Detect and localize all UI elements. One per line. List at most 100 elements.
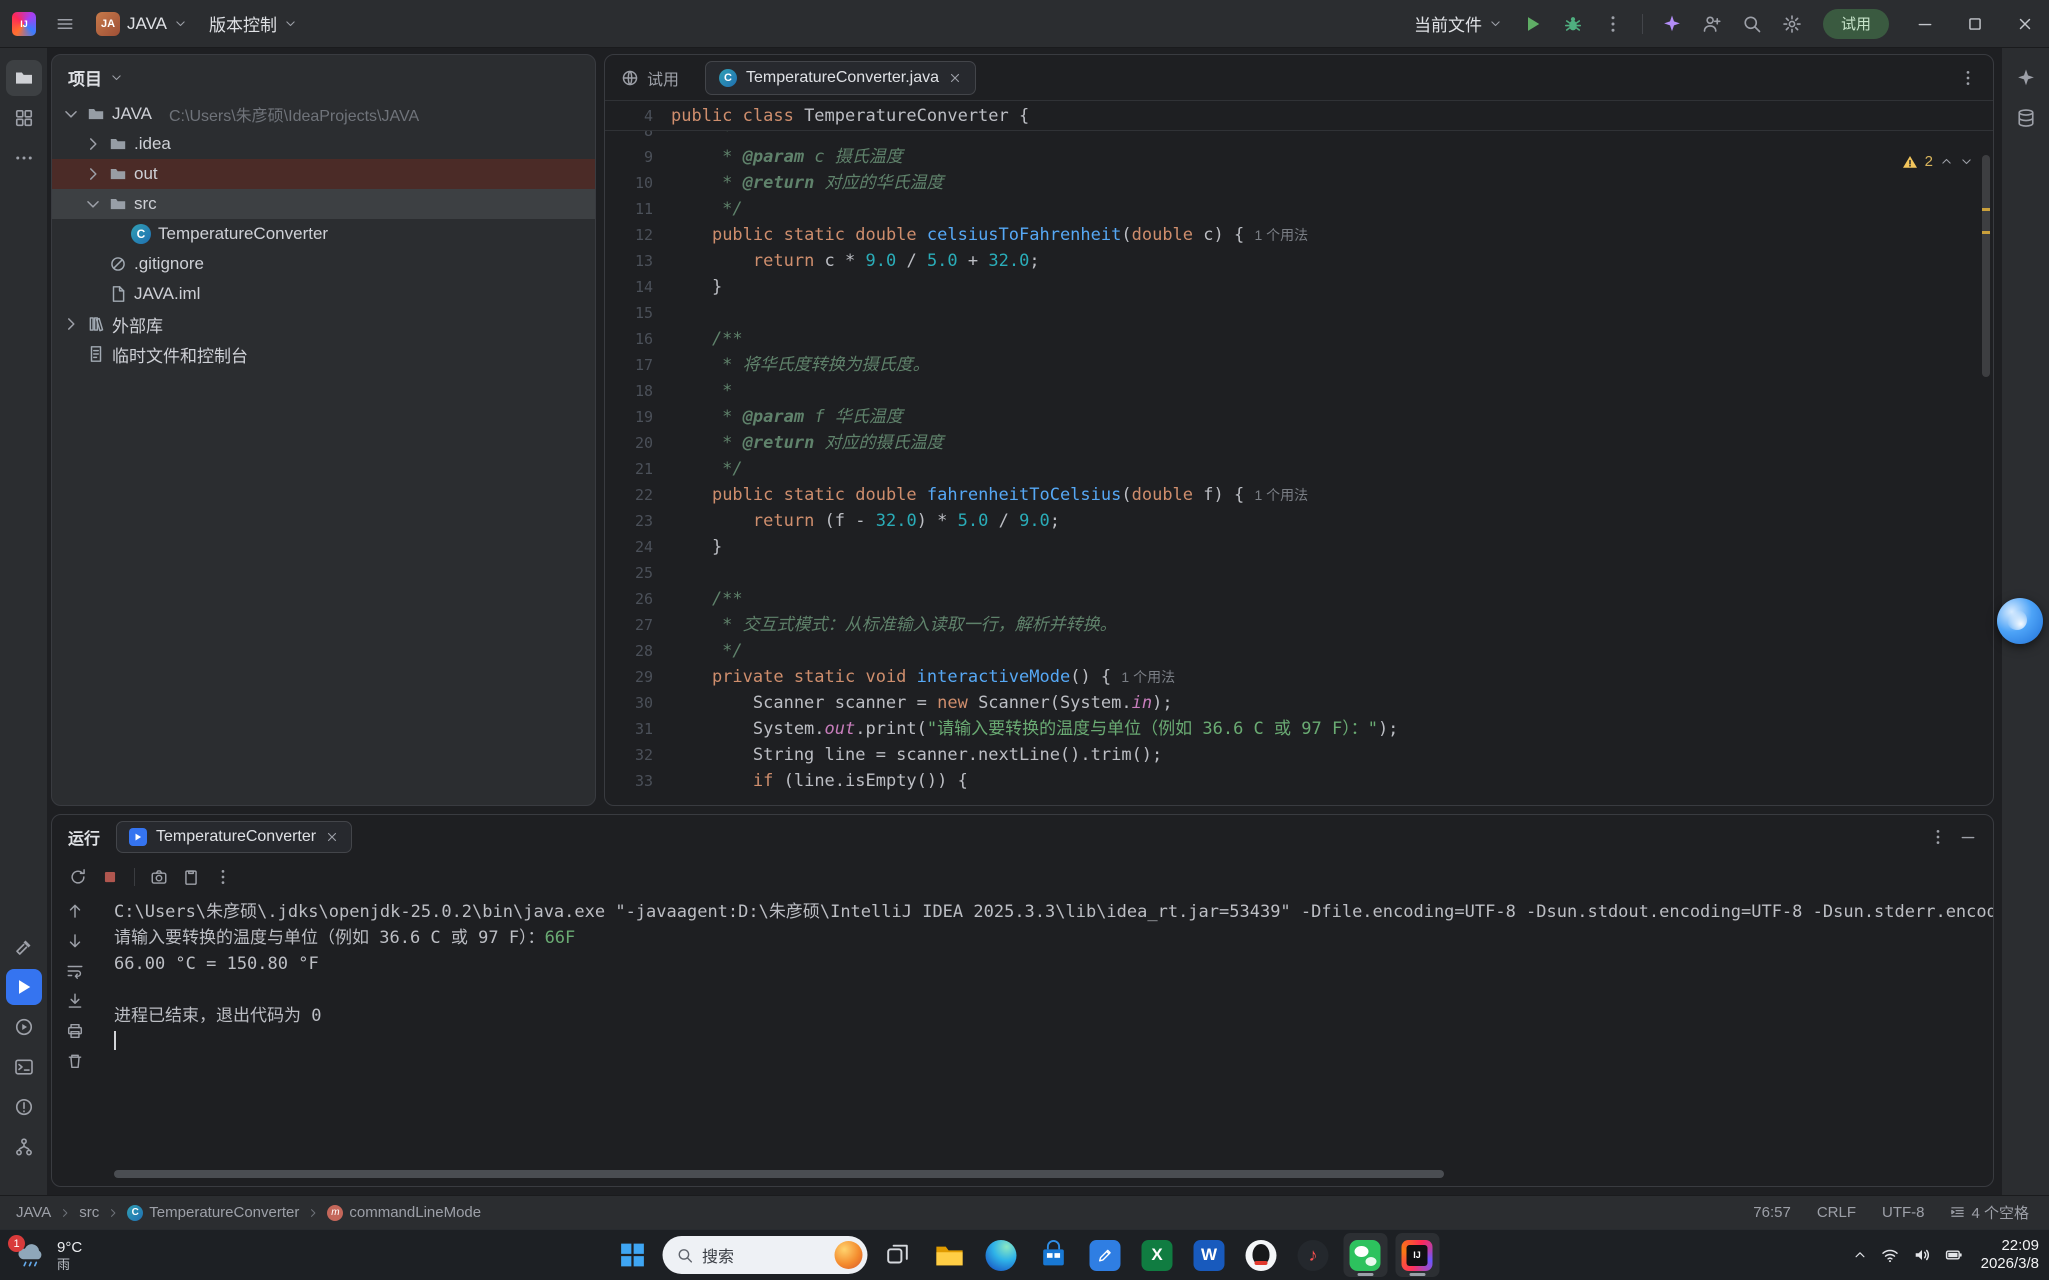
qq-app[interactable] xyxy=(1239,1233,1283,1277)
tree-item-gitignore[interactable]: .gitignore xyxy=(52,249,595,279)
code-line-27[interactable]: 27 * 交互式模式：从标准输入读取一行，解析并转换。 xyxy=(605,612,1993,638)
intellij-idea-app[interactable] xyxy=(1395,1233,1439,1277)
line-separator-widget[interactable]: CRLF xyxy=(1817,1204,1856,1221)
code-line-28[interactable]: 28 */ xyxy=(605,638,1993,664)
chevron-right-icon[interactable] xyxy=(62,315,80,333)
battery-icon[interactable] xyxy=(1945,1246,1963,1264)
chevron-right-icon[interactable] xyxy=(84,135,102,153)
hide-run-panel-button[interactable] xyxy=(1959,828,1977,846)
tab-close-icon[interactable] xyxy=(948,71,962,85)
version-control-toolwindow-button[interactable] xyxy=(6,1129,42,1165)
tab-options-button[interactable] xyxy=(1959,69,1977,87)
dump-threads-button[interactable] xyxy=(177,863,205,891)
tree-item-src-folder[interactable]: src xyxy=(52,189,595,219)
word-app[interactable]: W xyxy=(1187,1233,1231,1277)
code-editor[interactable]: 4public class TemperatureConverter { 8 *… xyxy=(605,101,1993,805)
code-line-31[interactable]: 31 System.out.print("请输入要转换的温度与单位（例如 36.… xyxy=(605,716,1993,742)
code-line-17[interactable]: 17 * 将华氏度转换为摄氏度。 xyxy=(605,352,1993,378)
run-toolwindow-button[interactable] xyxy=(6,969,42,1005)
code-line-12[interactable]: 12 public static double celsiusToFahrenh… xyxy=(605,222,1993,248)
code-line-21[interactable]: 21 */ xyxy=(605,456,1993,482)
code-line-26[interactable]: 26 /** xyxy=(605,586,1993,612)
build-toolwindow-button[interactable] xyxy=(6,929,42,965)
maximize-button[interactable] xyxy=(1951,0,1999,48)
vcs-widget[interactable]: 版本控制 xyxy=(199,7,307,41)
microsoft-store-app[interactable] xyxy=(1031,1233,1075,1277)
taskbar-clock[interactable]: 22:09 2026/3/8 xyxy=(1981,1237,2039,1273)
main-menu-button[interactable] xyxy=(46,7,84,41)
start-button[interactable] xyxy=(610,1233,654,1277)
warning-stripe-mark[interactable] xyxy=(1982,208,1990,211)
code-line-22[interactable]: 22 public static double fahrenheitToCels… xyxy=(605,482,1993,508)
code-line-18[interactable]: 18 * xyxy=(605,378,1993,404)
tree-item-scratches-consoles[interactable]: 临时文件和控制台 xyxy=(52,339,595,369)
edge-browser-app[interactable] xyxy=(979,1233,1023,1277)
tree-item-temperatureconverter[interactable]: CTemperatureConverter xyxy=(52,219,595,249)
code-line-19[interactable]: 19 * @param f 华氏温度 xyxy=(605,404,1993,430)
close-button[interactable] xyxy=(2001,0,2049,48)
run-panel-options-button[interactable] xyxy=(1929,828,1947,846)
code-line-13[interactable]: 13 return c * 9.0 / 5.0 + 32.0; xyxy=(605,248,1993,274)
code-line-15[interactable]: 15 xyxy=(605,300,1993,326)
code-line-24[interactable]: 24 } xyxy=(605,534,1993,560)
project-toolwindow-button[interactable] xyxy=(6,60,42,96)
run-tab-temperatureconverter[interactable]: TemperatureConverter xyxy=(116,821,352,853)
more-options-button[interactable] xyxy=(209,863,237,891)
project-widget[interactable]: JA JAVA xyxy=(86,7,197,41)
breadcrumb-item[interactable]: JAVA xyxy=(16,1204,51,1221)
notes-app[interactable] xyxy=(1083,1233,1127,1277)
print-console-button[interactable] xyxy=(61,1017,89,1045)
editor-tab-temperatureconverter[interactable]: C TemperatureConverter.java xyxy=(705,61,976,95)
tray-expand-button[interactable] xyxy=(1853,1248,1867,1262)
code-line-29[interactable]: 29 private static void interactiveMode()… xyxy=(605,664,1993,690)
taskbar-search[interactable]: 搜索 xyxy=(662,1236,867,1274)
file-explorer-app[interactable] xyxy=(927,1233,971,1277)
tree-item-external-libraries[interactable]: 外部库 xyxy=(52,309,595,339)
inspections-widget[interactable]: 2 xyxy=(1902,153,1973,170)
prev-occurrence-button[interactable] xyxy=(61,897,89,925)
breadcrumb-item[interactable]: src xyxy=(79,1204,99,1221)
console-horizontal-scrollbar[interactable] xyxy=(114,1170,1444,1178)
trial-indicator[interactable]: 试用 xyxy=(621,66,679,90)
code-line-9[interactable]: 9 * @param c 摄氏温度 xyxy=(605,144,1993,170)
warning-stripe-mark[interactable] xyxy=(1982,231,1990,234)
tab-close-icon[interactable] xyxy=(325,830,339,844)
stop-button[interactable] xyxy=(96,863,124,891)
code-line-33[interactable]: 33 if (line.isEmpty()) { xyxy=(605,768,1993,794)
encoding-widget[interactable]: UTF-8 xyxy=(1882,1204,1925,1221)
trial-badge[interactable]: 试用 xyxy=(1823,9,1889,39)
rerun-button[interactable] xyxy=(64,863,92,891)
debug-button[interactable] xyxy=(1554,7,1592,41)
commit-toolwindow-button[interactable] xyxy=(6,100,42,136)
minimize-button[interactable] xyxy=(1901,0,1949,48)
search-everywhere-button[interactable] xyxy=(1733,7,1771,41)
wechat-app[interactable] xyxy=(1343,1233,1387,1277)
network-icon[interactable] xyxy=(1881,1246,1899,1264)
more-toolwindows-button[interactable] xyxy=(6,140,42,176)
settings-button[interactable] xyxy=(1773,7,1811,41)
search-highlight-icon[interactable] xyxy=(834,1241,862,1269)
scroll-to-end-button[interactable] xyxy=(61,987,89,1015)
excel-app[interactable]: X xyxy=(1135,1233,1179,1277)
code-line-20[interactable]: 20 * @return 对应的摄氏温度 xyxy=(605,430,1993,456)
project-panel-header[interactable]: 项目 xyxy=(52,55,595,99)
editor-scrollbar[interactable] xyxy=(1981,149,1991,803)
code-with-me-button[interactable] xyxy=(1693,7,1731,41)
more-actions-button[interactable] xyxy=(1594,7,1632,41)
database-toolwindow-button[interactable] xyxy=(2008,100,2044,136)
music-app[interactable]: ♪ xyxy=(1291,1233,1335,1277)
breadcrumb-item[interactable]: CTemperatureConverter xyxy=(127,1204,299,1221)
indent-widget[interactable]: 4 个空格 xyxy=(1950,1202,2029,1223)
tree-item-java-root[interactable]: JAVAC:\Users\朱彦硕\IdeaProjects\JAVA xyxy=(52,99,595,129)
code-line-16[interactable]: 16 /** xyxy=(605,326,1993,352)
volume-icon[interactable] xyxy=(1913,1246,1931,1264)
chevron-right-icon[interactable] xyxy=(84,165,102,183)
run-button[interactable] xyxy=(1514,7,1552,41)
code-line-32[interactable]: 32 String line = scanner.nextLine().trim… xyxy=(605,742,1993,768)
ai-assistant-button[interactable] xyxy=(1653,7,1691,41)
chevron-up-icon[interactable] xyxy=(1940,155,1953,168)
breadcrumb-item[interactable]: mcommandLineMode xyxy=(327,1204,481,1221)
code-line-11[interactable]: 11 */ xyxy=(605,196,1993,222)
code-line-23[interactable]: 23 return (f - 32.0) * 5.0 / 9.0; xyxy=(605,508,1993,534)
services-toolwindow-button[interactable] xyxy=(6,1009,42,1045)
